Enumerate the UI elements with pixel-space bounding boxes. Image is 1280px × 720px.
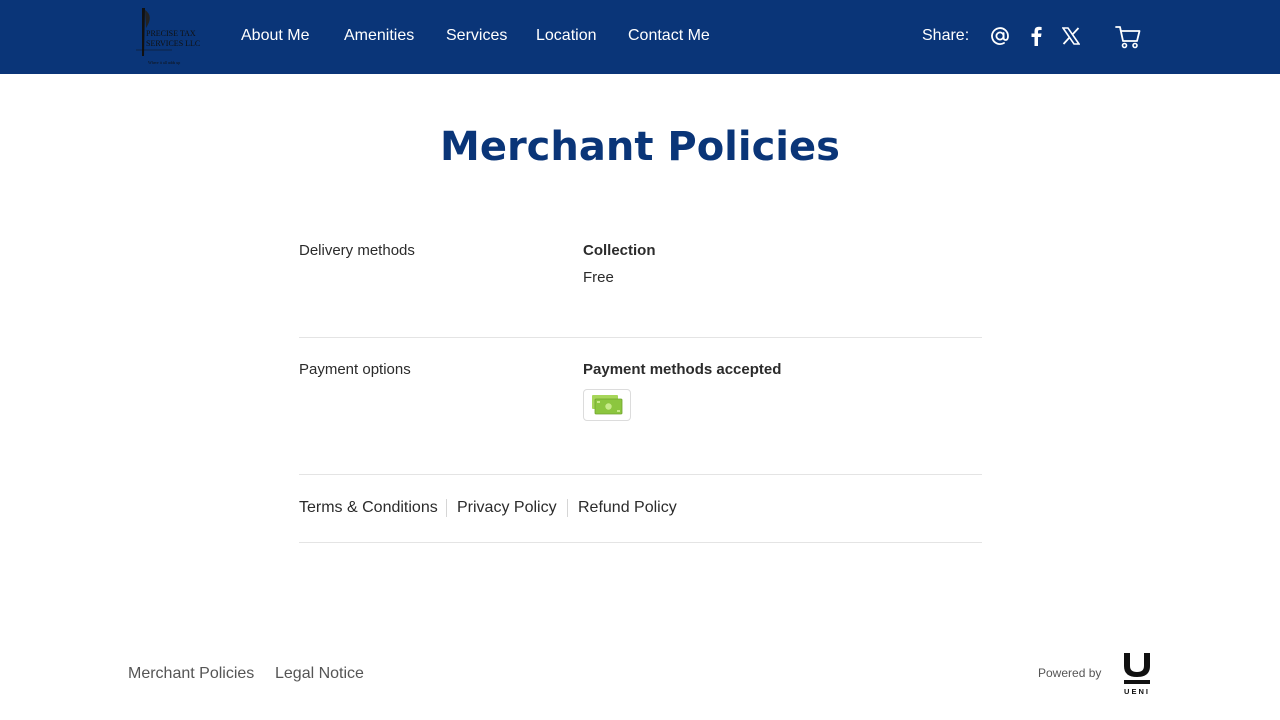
separator [446,499,447,517]
nav-about-me[interactable]: About Me [241,26,309,46]
logo-tagline: Where it all adds up [148,60,180,65]
powered-by-label: Powered by [1038,666,1102,680]
divider [299,474,982,475]
delivery-method-price: Free [583,269,614,286]
nav-amenities[interactable]: Amenities [344,26,414,46]
payment-method-badge [583,389,631,421]
page-title: Merchant Policies [440,124,840,170]
cash-icon [592,395,623,415]
delivery-method-name: Collection [583,242,656,259]
delivery-methods-label: Delivery methods [299,242,415,259]
logo-line1: PRECISE TAX [146,29,196,38]
footer-merchant-policies-link[interactable]: Merchant Policies [128,663,254,685]
share-label: Share: [922,27,970,44]
site-header: PRECISE TAX SERVICES LLC Where it all ad… [0,0,1280,74]
ueni-wordmark: UENI [1124,687,1150,696]
separator [567,499,568,517]
terms-conditions-link[interactable]: Terms & Conditions [299,497,438,519]
privacy-policy-link[interactable]: Privacy Policy [457,497,557,519]
x-twitter-icon[interactable] [1060,25,1082,47]
ueni-logo[interactable]: UENI [1120,652,1154,696]
logo-line2: SERVICES LLC [146,39,200,48]
facebook-icon[interactable] [1025,25,1047,47]
divider [299,542,982,543]
nav-contact-me[interactable]: Contact Me [628,26,710,46]
at-sign-icon[interactable] [989,25,1011,47]
divider [299,337,982,338]
nav-services[interactable]: Services [446,26,507,46]
shopping-cart-icon[interactable] [1115,24,1141,50]
refund-policy-link[interactable]: Refund Policy [578,497,677,519]
payment-methods-heading: Payment methods accepted [583,361,782,378]
payment-options-label: Payment options [299,361,411,378]
nav-location[interactable]: Location [536,26,597,46]
site-logo[interactable]: PRECISE TAX SERVICES LLC Where it all ad… [132,6,210,68]
footer-legal-notice-link[interactable]: Legal Notice [275,663,364,685]
